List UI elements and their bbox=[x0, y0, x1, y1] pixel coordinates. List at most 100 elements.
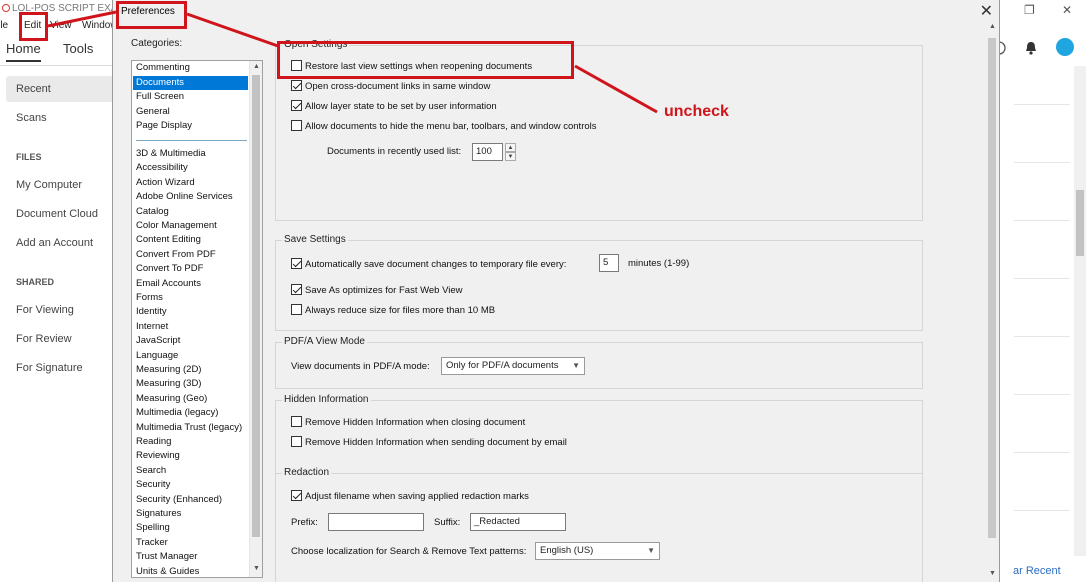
option-label: Save As optimizes for Fast Web View bbox=[305, 285, 463, 296]
files-scrollbar[interactable] bbox=[1074, 66, 1086, 556]
category-item[interactable]: Units & Guides bbox=[133, 565, 248, 577]
adjust-filename-checkbox[interactable] bbox=[291, 490, 302, 501]
nav-document-cloud[interactable]: Document Cloud bbox=[16, 208, 98, 220]
hidden-info-close-checkbox[interactable] bbox=[291, 416, 302, 427]
category-item[interactable]: General bbox=[133, 105, 248, 119]
category-item[interactable]: Identity bbox=[133, 305, 248, 319]
close-window-icon[interactable]: ✕ bbox=[1062, 3, 1072, 17]
categories-list[interactable]: Commenting Documents Full Screen General Pag… bbox=[131, 60, 263, 578]
category-item[interactable]: Signatures bbox=[133, 507, 248, 521]
categories-label: Categories: bbox=[131, 38, 183, 49]
group-title: Redaction bbox=[282, 467, 332, 478]
category-item[interactable]: Multimedia (legacy) bbox=[133, 406, 248, 420]
recent-list-stepper[interactable]: ▲ ▼ bbox=[505, 143, 516, 161]
category-item[interactable]: Reviewing bbox=[133, 449, 248, 463]
divider bbox=[1014, 162, 1070, 163]
scroll-thumb[interactable] bbox=[1076, 190, 1084, 256]
category-item[interactable]: Search bbox=[133, 464, 248, 478]
cross-doc-links-option[interactable]: Open cross-document links in same window bbox=[291, 80, 490, 92]
tab-home[interactable]: Home bbox=[6, 41, 41, 62]
category-item[interactable]: Language bbox=[133, 349, 248, 363]
autosave-checkbox[interactable] bbox=[291, 258, 302, 269]
category-item[interactable]: Documents bbox=[133, 75, 248, 90]
category-item[interactable]: Measuring (2D) bbox=[133, 363, 248, 377]
category-item[interactable]: Catalog bbox=[133, 205, 248, 219]
redaction-group: Redaction Adjust filename when saving ap… bbox=[275, 467, 923, 582]
category-item[interactable]: Forms bbox=[133, 291, 248, 305]
up-arrow-icon[interactable]: ▲ bbox=[505, 143, 516, 152]
restore-window-icon[interactable]: ❐ bbox=[1024, 3, 1035, 17]
category-item[interactable]: Page Display bbox=[133, 119, 248, 133]
down-arrow-icon[interactable]: ▼ bbox=[505, 152, 516, 161]
recent-list-input[interactable]: 100 bbox=[472, 143, 503, 161]
hide-menu-option[interactable]: Allow documents to hide the menu bar, to… bbox=[291, 120, 597, 132]
category-item[interactable]: Convert To PDF bbox=[133, 262, 248, 276]
categories-scrollbar[interactable]: ▲ ▼ bbox=[249, 61, 262, 577]
pdfa-mode-select[interactable]: Only for PDF/A documents ▼ bbox=[441, 357, 585, 375]
avatar[interactable] bbox=[1056, 38, 1074, 56]
category-item[interactable]: Measuring (3D) bbox=[133, 377, 248, 391]
cross-doc-links-checkbox[interactable] bbox=[291, 80, 302, 91]
nav-my-computer[interactable]: My Computer bbox=[16, 179, 82, 191]
category-item[interactable]: Reading bbox=[133, 435, 248, 449]
category-item[interactable]: Color Management bbox=[133, 219, 248, 233]
category-item[interactable]: Email Accounts bbox=[133, 277, 248, 291]
category-item[interactable]: Trust Manager bbox=[133, 550, 248, 564]
hide-menu-checkbox[interactable] bbox=[291, 120, 302, 131]
reduce-size-option[interactable]: Always reduce size for files more than 1… bbox=[291, 304, 495, 316]
category-item[interactable]: Content Editing bbox=[133, 233, 248, 247]
category-item[interactable]: Security (Enhanced) bbox=[133, 493, 248, 507]
nav-for-viewing[interactable]: For Viewing bbox=[16, 304, 74, 316]
category-item[interactable]: Convert From PDF bbox=[133, 248, 248, 262]
hidden-info-email-option[interactable]: Remove Hidden Information when sending d… bbox=[291, 436, 567, 448]
autosave-minutes-input[interactable]: 5 bbox=[599, 254, 619, 272]
suffix-input[interactable]: _Redacted bbox=[470, 513, 566, 531]
menu-file[interactable]: File bbox=[0, 20, 8, 31]
scroll-thumb[interactable] bbox=[252, 75, 260, 537]
category-item[interactable]: Internet bbox=[133, 320, 248, 334]
scroll-down-icon[interactable]: ▼ bbox=[989, 570, 996, 577]
bell-icon[interactable] bbox=[1024, 40, 1038, 56]
adjust-filename-option[interactable]: Adjust filename when saving applied reda… bbox=[291, 490, 529, 502]
category-item[interactable]: JavaScript bbox=[133, 334, 248, 348]
nav-files-header: FILES bbox=[16, 152, 42, 162]
category-item[interactable]: Commenting bbox=[133, 61, 248, 75]
category-item[interactable]: Accessibility bbox=[133, 161, 248, 175]
layer-state-option[interactable]: Allow layer state to be set by user info… bbox=[291, 100, 497, 112]
category-item[interactable]: Adobe Online Services bbox=[133, 190, 248, 204]
tab-tools[interactable]: Tools bbox=[63, 41, 93, 56]
fast-web-view-checkbox[interactable] bbox=[291, 284, 302, 295]
category-item[interactable]: Full Screen bbox=[133, 90, 248, 104]
localization-select[interactable]: English (US) ▼ bbox=[535, 542, 660, 560]
category-item[interactable]: Security bbox=[133, 478, 248, 492]
scroll-up-icon[interactable]: ▲ bbox=[253, 63, 260, 70]
nav-scans[interactable]: Scans bbox=[16, 112, 47, 124]
close-icon[interactable]: ✕ bbox=[980, 1, 993, 21]
category-item[interactable]: Spelling bbox=[133, 521, 248, 535]
hidden-info-close-option[interactable]: Remove Hidden Information when closing d… bbox=[291, 416, 525, 428]
scroll-down-icon[interactable]: ▼ bbox=[253, 565, 260, 572]
clear-recent-link[interactable]: ar Recent bbox=[1013, 565, 1061, 577]
nav-for-signature[interactable]: For Signature bbox=[16, 362, 83, 374]
scroll-up-icon[interactable]: ▲ bbox=[989, 23, 996, 30]
reduce-size-checkbox[interactable] bbox=[291, 304, 302, 315]
chevron-down-icon: ▼ bbox=[572, 361, 580, 370]
category-item[interactable]: Tracker bbox=[133, 536, 248, 550]
nav-add-account[interactable]: Add an Account bbox=[16, 237, 93, 249]
nav-recent[interactable]: Recent bbox=[6, 76, 115, 102]
category-item[interactable]: 3D & Multimedia bbox=[133, 147, 248, 161]
autosave-option[interactable]: Automatically save document changes to t… bbox=[291, 258, 566, 270]
hidden-info-email-checkbox[interactable] bbox=[291, 436, 302, 447]
category-item[interactable]: Action Wizard bbox=[133, 176, 248, 190]
layer-state-checkbox[interactable] bbox=[291, 100, 302, 111]
nav-for-review[interactable]: For Review bbox=[16, 333, 72, 345]
settings-scrollbar[interactable]: ▲ ▼ bbox=[986, 20, 998, 582]
category-item[interactable]: Multimedia Trust (legacy) bbox=[133, 421, 248, 435]
recent-list-label: Documents in recently used list: bbox=[327, 146, 462, 157]
menu-view[interactable]: View bbox=[50, 20, 72, 31]
scroll-thumb[interactable] bbox=[988, 38, 996, 538]
prefix-input[interactable] bbox=[328, 513, 424, 531]
fast-web-view-option[interactable]: Save As optimizes for Fast Web View bbox=[291, 284, 463, 296]
category-item[interactable]: Measuring (Geo) bbox=[133, 392, 248, 406]
preferences-title-highlight bbox=[116, 1, 187, 29]
